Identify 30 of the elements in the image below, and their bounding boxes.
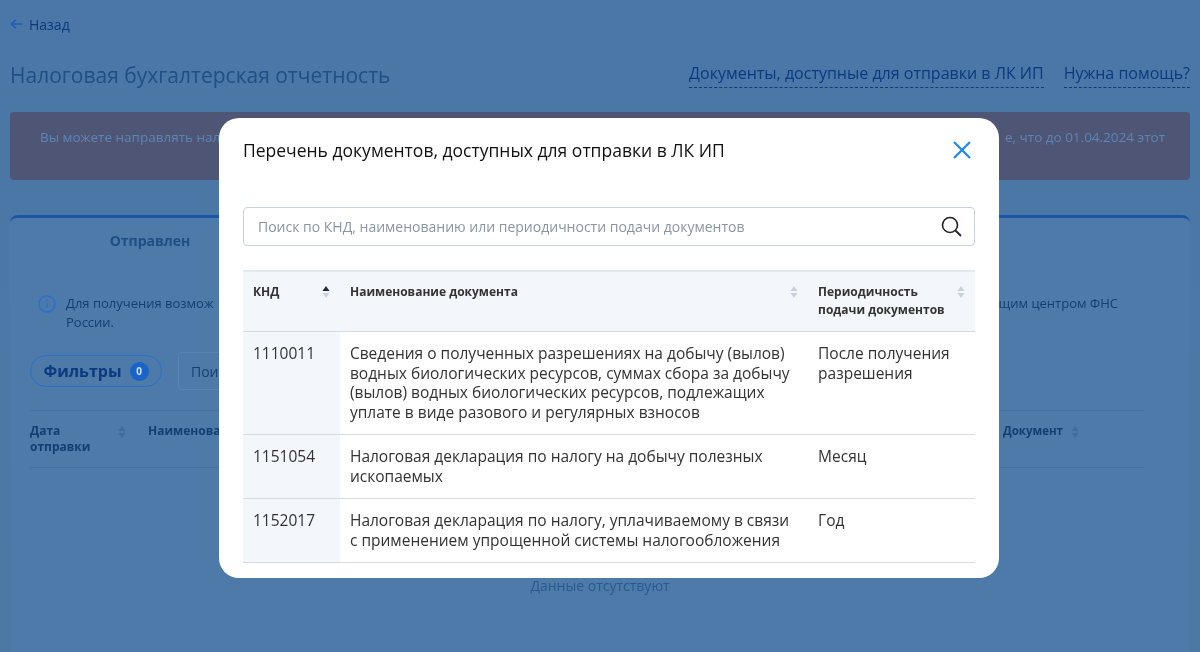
close-icon	[953, 141, 971, 159]
column-header[interactable]: КНД	[243, 271, 340, 332]
table-cell: Сведения о полученных разрешениях на добычу (вылов) водных биологических ресурсов, суммах сбора за добычу (вылов) водных биологических ресурсов, подлежащих уплате в виде разового и регулярных взносов	[339, 331, 809, 435]
table-cell: Налоговая декларация по налогу на добычу полезных ископаемых	[339, 434, 809, 499]
info-text: щим центром ФНС	[998, 294, 1118, 314]
back-link[interactable]: Назад	[10, 14, 1190, 34]
arrow-left-icon	[10, 19, 23, 29]
sort-icon[interactable]	[321, 285, 330, 299]
info-icon	[38, 295, 56, 313]
count-badge: 0	[129, 361, 149, 381]
column-header[interactable]: Дата отправки	[30, 423, 130, 455]
notice-text: Вы можете направлять нал	[40, 128, 221, 146]
column-header[interactable]: Периодичность подачи документов	[808, 271, 975, 332]
table-cell: 1152017	[243, 498, 340, 563]
table-cell: Налоговая декларация по налогу, уплачиваемому в связи с применением упрощенной системы налогообложения	[339, 498, 809, 563]
table-cell: Месяц	[808, 434, 975, 499]
header-link[interactable]: Нужна помощь?	[1063, 62, 1190, 88]
table-cell: 1110011	[243, 331, 340, 435]
column-header[interactable]: Документ	[1002, 423, 1079, 439]
header-link[interactable]: Документы, доступные для отправки в ЛК ИП	[689, 62, 1044, 88]
search-icon[interactable]	[941, 216, 962, 237]
table-cell: Год	[808, 498, 975, 563]
column-header[interactable]: Наименование документа	[339, 271, 809, 332]
dialog-title: Перечень документов, доступных для отправки в ЛК ИП	[243, 138, 725, 162]
search-box[interactable]: Поиск по КНД, наименованию или периодичности подачи документов	[243, 207, 975, 246]
info-text: Для получения возмож России.	[66, 294, 214, 332]
column-header[interactable]: Наименова	[148, 423, 221, 455]
table-cell: После получения разрешения	[808, 331, 975, 435]
table-cell: 1151054	[243, 434, 340, 499]
notice-text: е, что до 01.04.2024 этот	[1005, 128, 1165, 146]
